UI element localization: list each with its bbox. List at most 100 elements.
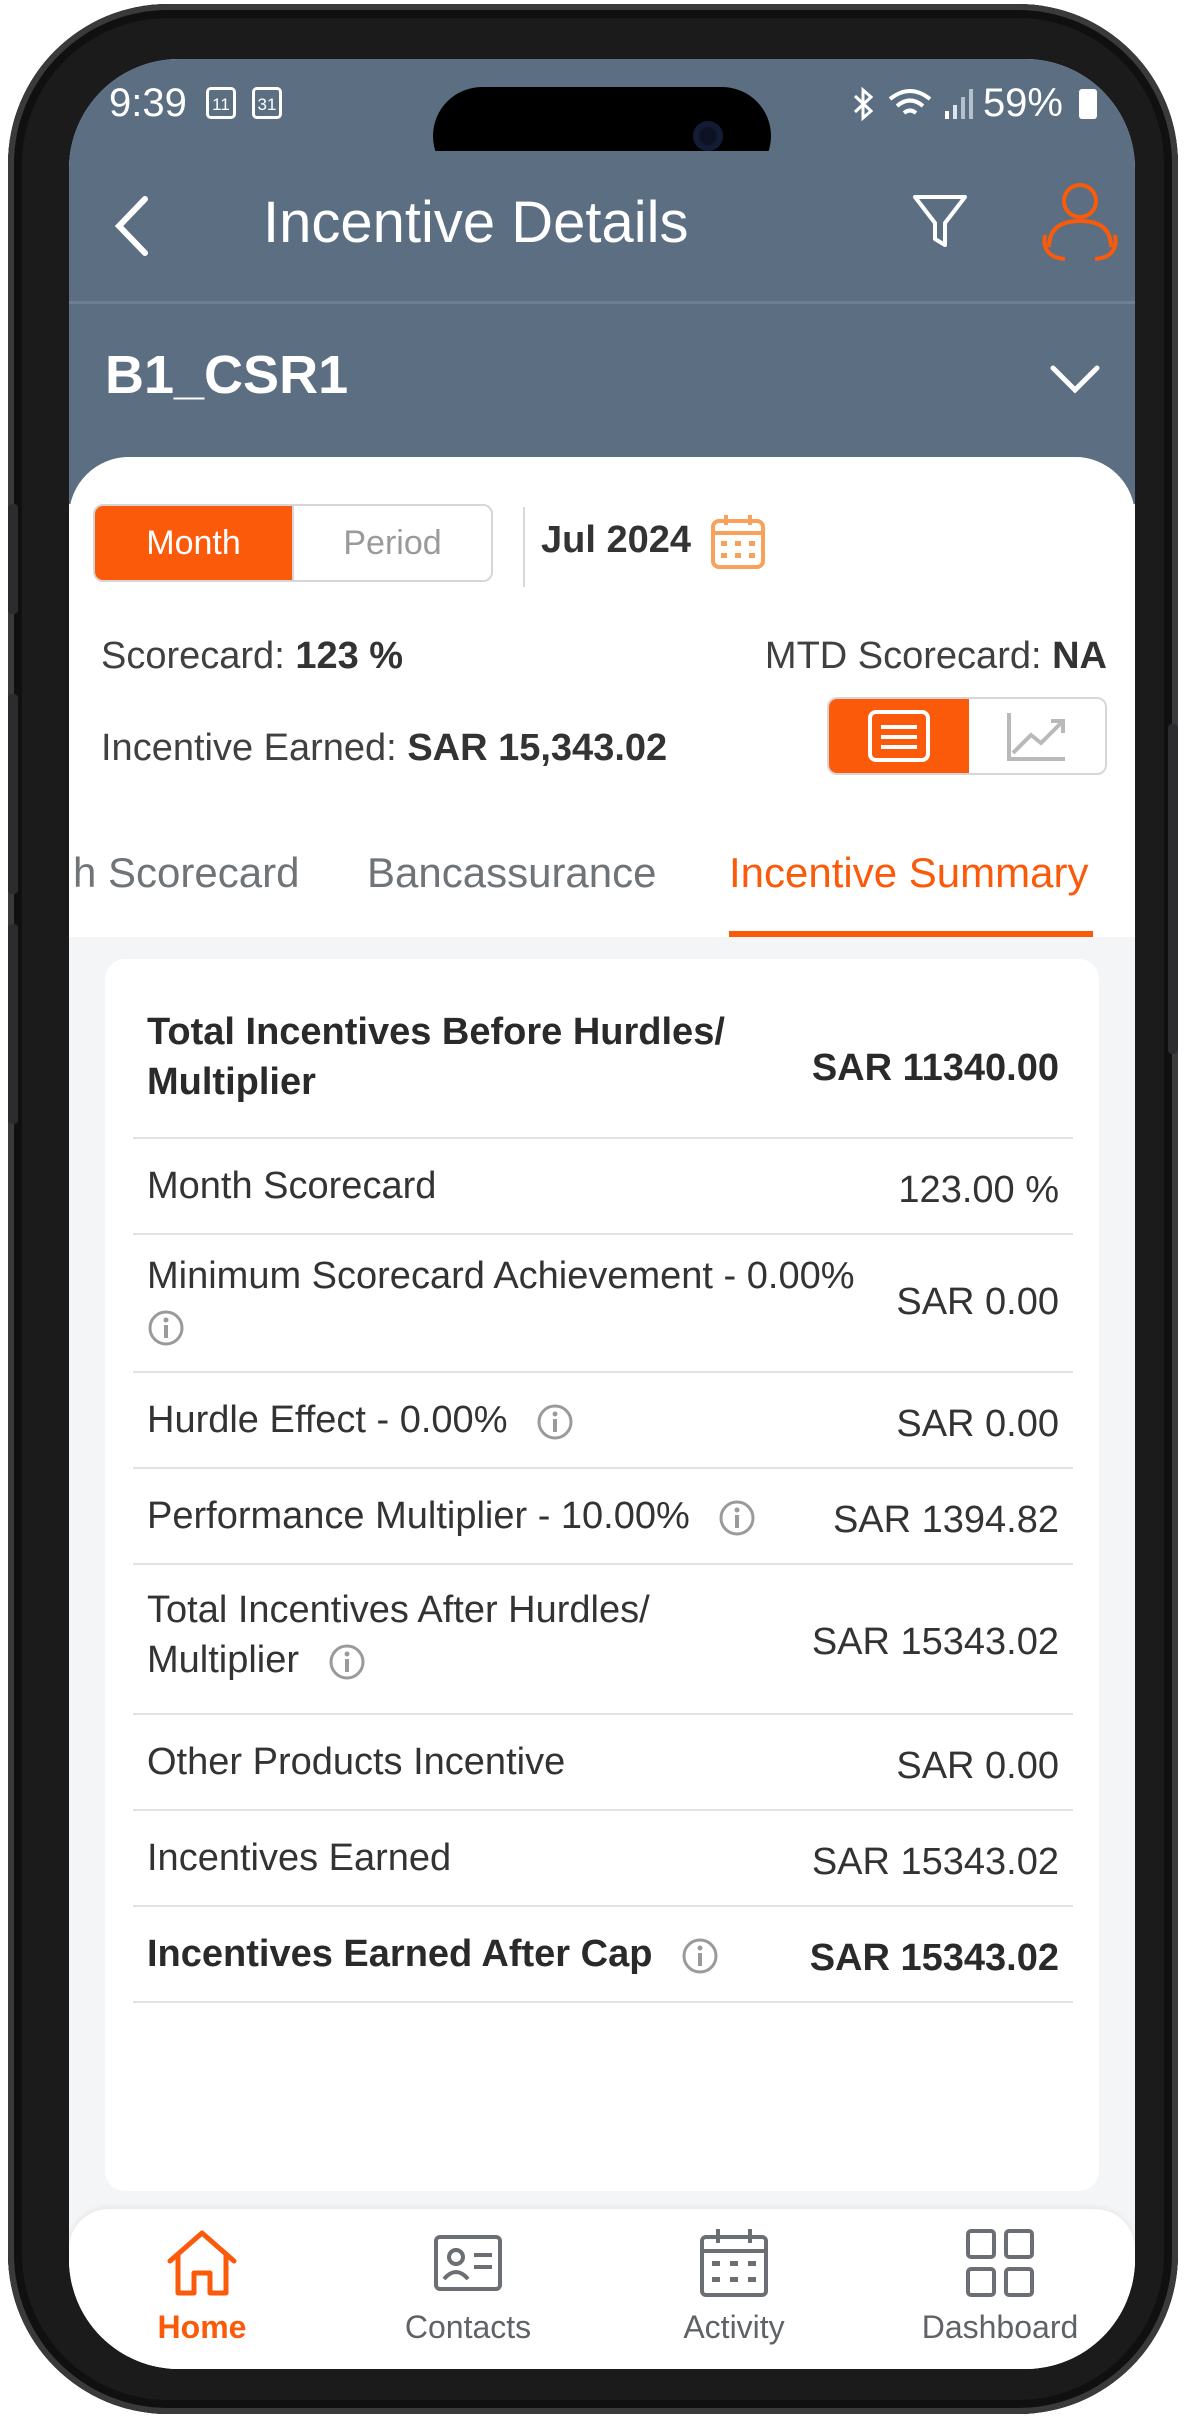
user-switch-icon[interactable] [1035,177,1125,265]
row-label: Incentives Earned After Cap [147,1929,719,1979]
summary-row: Incentives Earned After Cap SAR 15343.02 [133,1907,1073,2003]
contact-card-icon [434,2235,502,2291]
row-label: Total Incentives Before Hurdles/ Multipl… [147,1007,725,1107]
mtd-scorecard-label: MTD Scorecard: [764,635,1042,677]
info-icon[interactable] [328,1643,366,1681]
calendar-icon [700,2229,768,2297]
bottom-nav: Home Contacts Activity Dashboard [69,2209,1135,2369]
battery-icon [1079,88,1097,119]
chart-view-button[interactable] [969,699,1105,773]
nav-dashboard[interactable]: Dashboard [867,2209,1133,2369]
filters-panel: Month Period Jul 2024 Scorecard: 123 % M… [69,457,1135,937]
incentive-earned-label: Incentive Earned: [101,727,397,769]
nav-contacts[interactable]: Contacts [335,2209,601,2369]
status-icons: 59% [851,81,1097,126]
home-icon [167,2230,237,2296]
battery-percent: 59% [982,81,1063,125]
camera-icon [693,121,723,151]
bluetooth-icon [853,86,874,121]
tab-bar: h Scorecard Bancassurance Incentive Summ… [69,823,1135,937]
row-value: SAR 15343.02 [809,1937,1059,1979]
summary-row: Other Products Incentive SAR 0.00 [133,1715,1073,1811]
row-value: SAR 1394.82 [832,1499,1059,1541]
row-label-text: Performance Multiplier - 10.00% [147,1495,690,1537]
row-label: Performance Multiplier - 10.00% [147,1491,756,1541]
summary-row: Month Scorecard 123.00 % [133,1139,1073,1235]
list-view-button[interactable] [829,699,969,773]
tab-incentive-summary[interactable]: Incentive Summary [729,849,1088,897]
row-label: Other Products Incentive [147,1741,566,1783]
list-view-icon [868,710,930,762]
nav-activity[interactable]: Activity [601,2209,867,2369]
trend-chart-icon [1007,713,1065,761]
tab-bancassurance[interactable]: Bancassurance [367,849,657,897]
nav-label: Activity [683,2309,785,2345]
row-value: 123.00 % [898,1169,1059,1211]
tab-scorecard[interactable]: h Scorecard [73,849,299,897]
row-label-text: Hurdle Effect - 0.00% [147,1399,508,1441]
summary-row: Minimum Scorecard Achievement - 0.00% SA… [133,1235,1073,1373]
nav-label: Contacts [404,2309,532,2345]
incentive-earned-stat: Incentive Earned: SAR 15,343.02 [101,727,667,770]
row-value: SAR 15343.02 [811,1621,1059,1663]
row-label: Month Scorecard [147,1165,437,1207]
row-label-text: Minimum Scorecard Achievement - 0.00% [147,1255,855,1297]
grid-icon [966,2229,1034,2297]
incentive-earned-value: SAR 15,343.02 [407,727,668,769]
row-label: Hurdle Effect - 0.00% [147,1395,574,1445]
summary-row: Total Incentives After Hurdles/ Multipli… [133,1565,1073,1715]
view-toggle [827,697,1107,775]
info-icon[interactable] [681,1937,719,1975]
app-header: Incentive Details [69,151,1135,301]
wifi-icon [888,88,932,115]
summary-row: Hurdle Effect - 0.00% SAR 0.00 [133,1373,1073,1469]
chevron-down-icon[interactable] [1045,360,1105,400]
divider [523,507,525,587]
nav-label: Home [157,2309,247,2345]
row-label: Total Incentives After Hurdles/ Multipli… [147,1585,650,1685]
row-label-line: Multiplier [147,1639,300,1681]
row-value: SAR 0.00 [896,1281,1059,1323]
row-value: SAR 11340.00 [811,1047,1059,1089]
volume-button [8,694,18,894]
period-toggle-button[interactable]: Period [292,506,491,580]
volume-button [8,504,18,614]
incentive-summary-card: Total Incentives Before Hurdles/ Multipl… [105,959,1099,2191]
period-toggle: Month Period [93,504,493,582]
volume-button [8,924,18,1124]
active-tab-indicator [729,931,1093,937]
info-icon[interactable] [536,1403,574,1441]
calendar-notification-icon: 31 [252,87,282,119]
screen: 9:39 11 31 59% Incentive Details B1_CSR1… [69,59,1135,2369]
month-toggle-button[interactable]: Month [95,506,292,580]
filter-icon[interactable] [905,185,975,255]
calendar-icon[interactable] [709,513,767,571]
nav-label: Dashboard [921,2309,1079,2345]
selected-date[interactable]: Jul 2024 [541,519,691,562]
page-title: Incentive Details [263,190,689,255]
row-label: Incentives Earned [147,1837,452,1879]
row-label: Minimum Scorecard Achievement - 0.00% [147,1251,855,1351]
power-button [1168,724,1178,1054]
info-icon[interactable] [718,1499,756,1537]
main-card: Month Period Jul 2024 Scorecard: 123 % M… [69,457,1135,2369]
account-label: B1_CSR1 [105,345,349,405]
info-icon[interactable] [147,1309,185,1347]
summary-row: Incentives Earned SAR 15343.02 [133,1811,1073,1907]
row-label-line: Total Incentives Before Hurdles/ [147,1011,725,1053]
status-time: 9:39 [109,81,187,125]
row-value: SAR 0.00 [896,1403,1059,1445]
calendar-notification-icon: 11 [206,87,236,119]
row-value: SAR 15343.02 [811,1841,1059,1883]
scorecard-stat: Scorecard: 123 % [101,635,403,678]
summary-row: Total Incentives Before Hurdles/ Multipl… [133,987,1073,1139]
nav-home[interactable]: Home [69,2209,335,2369]
scorecard-label: Scorecard: [101,635,285,677]
row-label-line: Total Incentives After Hurdles/ [147,1589,650,1631]
row-value: SAR 0.00 [896,1745,1059,1787]
back-arrow-icon[interactable] [107,191,167,261]
row-label-line: Multiplier [147,1061,316,1103]
signal-icon [944,88,973,119]
phone-frame: 9:39 11 31 59% Incentive Details B1_CSR1… [8,4,1178,2414]
row-label-text: Incentives Earned After Cap [147,1933,653,1975]
